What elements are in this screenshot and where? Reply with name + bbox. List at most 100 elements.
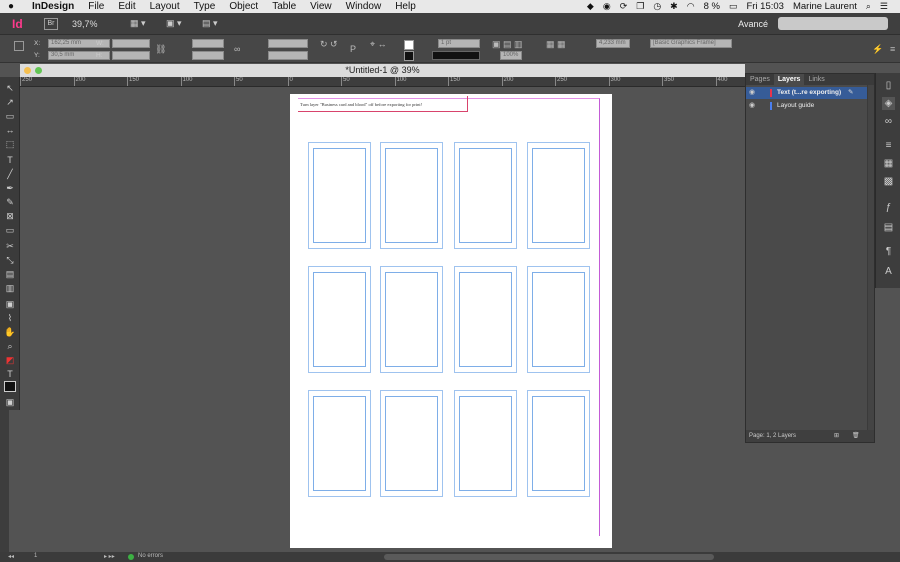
dimension-field[interactable]: 4,233 mm [596, 39, 630, 48]
preflight-errors[interactable]: No errors [138, 553, 163, 559]
default-colors-icon[interactable]: ◩ [4, 355, 16, 366]
scale-x-field[interactable] [192, 39, 224, 48]
character-styles-icon[interactable]: A [882, 265, 895, 278]
sync-icon[interactable]: ⟳ [620, 1, 628, 12]
rectangle-tool-icon[interactable]: ▭ [4, 225, 16, 236]
menu-object[interactable]: Object [229, 1, 258, 12]
menu-help[interactable]: Help [395, 1, 416, 12]
free-transform-tool-icon[interactable]: ⤡ [4, 255, 16, 266]
layer-row-layout-guide[interactable]: ◉ Layout guide [746, 100, 874, 112]
fill-stroke-icon[interactable] [4, 381, 16, 392]
fill-swatch-icon[interactable] [404, 40, 414, 50]
note-tool-icon[interactable]: ▣ [4, 299, 16, 310]
type-on-path-icon[interactable]: P [350, 44, 356, 54]
hand-tool-icon[interactable]: ✋ [4, 327, 16, 338]
creative-cloud-icon[interactable]: ◉ [603, 1, 611, 12]
zoom-level[interactable]: 39,7% [72, 19, 122, 29]
stroke-weight-field[interactable]: 1 pt [438, 39, 480, 48]
opacity-field[interactable]: 100% [500, 51, 522, 60]
page-tool-icon[interactable]: ▭ [4, 111, 16, 122]
menu-app-name[interactable]: InDesign [32, 1, 74, 12]
color-panel-icon[interactable]: ▩ [882, 175, 895, 188]
first-page-icon[interactable]: ◂◂ [8, 553, 14, 560]
selection-tool-icon[interactable]: ↖ [4, 83, 16, 94]
fitting-icons[interactable]: ▣ ▤ ▥ [492, 39, 523, 50]
links-panel-icon[interactable]: ∞ [882, 115, 895, 128]
notifications-icon[interactable]: ☰ [880, 1, 888, 12]
pages-panel-icon[interactable]: ▯ [882, 79, 895, 92]
pen-tool-icon[interactable]: ✒ [4, 183, 16, 194]
timemachine-icon[interactable]: ◷ [653, 1, 661, 12]
constrain-proportions-icon[interactable]: ⛓ [155, 44, 166, 55]
new-layer-icon[interactable]: ⊞ [834, 430, 839, 442]
link-icon[interactable]: ∞ [234, 44, 240, 54]
align-icons[interactable]: ▦ ▦ [546, 39, 566, 50]
swatches-panel-icon[interactable]: ▦ [882, 157, 895, 170]
w-field[interactable] [112, 39, 150, 48]
battery-icon[interactable]: ▭ [729, 1, 738, 12]
page-note-text[interactable]: Turn layer "Business card and blood" off… [300, 102, 422, 107]
pencil-tool-icon[interactable]: ✎ [4, 197, 16, 208]
paragraph-styles-icon[interactable]: ¶ [882, 245, 895, 258]
reference-point-icon[interactable] [14, 41, 24, 51]
gradient-swatch-tool-icon[interactable]: ▤ [4, 269, 16, 280]
line-tool-icon[interactable]: ╱ [4, 169, 16, 180]
copy-icon[interactable]: ❐ [636, 1, 644, 12]
gap-tool-icon[interactable]: ↔ [4, 125, 16, 136]
pasteboard[interactable]: Turn layer "Business card and blood" off… [20, 87, 745, 552]
wifi-icon[interactable]: ◠ [687, 1, 695, 12]
dropbox-icon[interactable]: ◆ [587, 1, 594, 12]
h-field[interactable] [112, 51, 150, 60]
tab-layers[interactable]: Layers [773, 74, 805, 85]
quick-apply-icon[interactable]: ⚡ [872, 44, 883, 55]
menu-edit[interactable]: Edit [118, 1, 135, 12]
select-container-icon[interactable]: ⌖ ↔ [370, 39, 387, 50]
minimize-button[interactable] [24, 67, 31, 74]
type-tool-icon[interactable]: T [4, 155, 16, 166]
menu-layout[interactable]: Layout [150, 1, 180, 12]
effects-panel-icon[interactable]: ƒ [882, 201, 895, 214]
workspace-switcher[interactable]: Avancé [738, 19, 768, 29]
stroke-panel-icon[interactable]: ≡ [882, 139, 895, 152]
stroke-swatch-icon[interactable] [404, 51, 414, 61]
delete-layer-icon[interactable]: 🗑 [852, 430, 860, 442]
page-number[interactable]: 1 [34, 553, 37, 559]
screen-mode-icon[interactable]: ▣ ▾ [166, 18, 194, 29]
menu-file[interactable]: File [88, 1, 104, 12]
scissors-tool-icon[interactable]: ✂ [4, 241, 16, 252]
visibility-eye-icon[interactable]: ◉ [749, 87, 757, 99]
shear-field[interactable] [268, 51, 308, 60]
view-options-icon[interactable]: ▦ ▾ [130, 18, 158, 29]
layers-panel-icon[interactable]: ◈ [882, 97, 895, 110]
content-collector-icon[interactable]: ⬚ [4, 139, 16, 150]
rotate-icon[interactable]: ↻ ↺ [320, 39, 338, 50]
page-nav-icon[interactable]: ▸ ▸▸ [104, 553, 115, 560]
zoom-button[interactable] [35, 67, 42, 74]
eyedropper-tool-icon[interactable]: ⌇ [4, 313, 16, 324]
bluetooth-icon[interactable]: ✱ [670, 1, 678, 12]
direct-selection-tool-icon[interactable]: ↗ [4, 97, 16, 108]
clock[interactable]: Fri 15:03 [746, 1, 784, 12]
cc-libraries-icon[interactable]: ▤ [882, 221, 895, 234]
bridge-button[interactable]: Br [44, 17, 58, 30]
horizontal-ruler[interactable]: 2502001501005005010015020025030035040045… [20, 77, 745, 87]
object-style-select[interactable]: [Basic Graphics Frame] [650, 39, 732, 48]
screen-mode-tool-icon[interactable]: ▣ [4, 397, 16, 408]
menu-type[interactable]: Type [194, 1, 216, 12]
panel-scrollbar[interactable] [867, 85, 874, 431]
preflight-status-icon[interactable] [128, 554, 134, 560]
search-icon[interactable]: ⌕ [866, 1, 871, 12]
layer-row-text[interactable]: ◉ Text (t...re exporting) ✎ [746, 87, 874, 99]
adobe-stock-search-input[interactable] [778, 17, 888, 30]
stroke-type-select[interactable] [432, 51, 480, 60]
tab-links[interactable]: Links [804, 74, 828, 85]
formatting-affects-icon[interactable]: T [4, 369, 16, 380]
user-name[interactable]: Marine Laurent [793, 1, 857, 12]
layer-name[interactable]: Text (t...re exporting) [777, 87, 841, 99]
arrange-documents-icon[interactable]: ▤ ▾ [202, 18, 230, 29]
panel-menu-icon[interactable]: ≡ [890, 44, 895, 54]
apple-icon[interactable]: ● [8, 1, 22, 12]
visibility-eye-icon[interactable]: ◉ [749, 100, 757, 112]
tab-pages[interactable]: Pages [746, 74, 774, 85]
gradient-feather-tool-icon[interactable]: ▥ [4, 283, 16, 294]
